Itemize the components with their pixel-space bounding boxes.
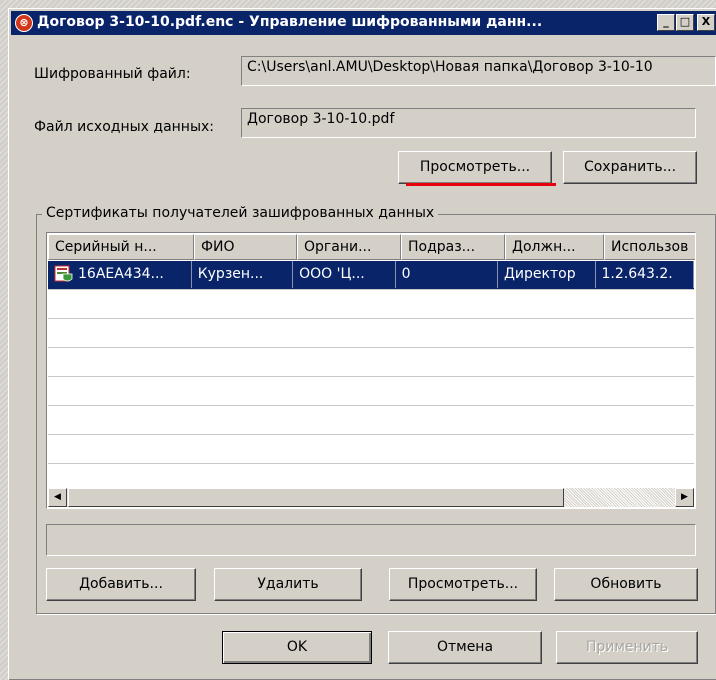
source-file-label: Файл исходных данных: <box>34 119 215 135</box>
cell-serial-text: 16AEA434... <box>78 266 164 282</box>
red-underline-mark <box>406 183 556 186</box>
cell-dept: 0 <box>396 261 498 288</box>
empty-row <box>48 406 694 435</box>
refresh-button[interactable]: Обновить <box>554 568 698 601</box>
shield-lock-icon: ⊗ <box>15 14 33 32</box>
column-header-dept[interactable]: Подраз... <box>401 234 505 260</box>
column-header-position[interactable]: Должн... <box>505 234 604 260</box>
scroll-left-icon[interactable]: ◀ <box>48 488 67 507</box>
minimize-button[interactable]: _ <box>657 14 675 31</box>
column-header-name[interactable]: ФИО <box>194 234 297 260</box>
encrypted-file-label: Шифрованный файл: <box>34 66 191 82</box>
maximize-button[interactable]: □ <box>676 14 694 31</box>
column-header-org[interactable]: Органи... <box>297 234 401 260</box>
list-rows: 16AEA434... Курзен... ООО 'Ц... 0 Директ… <box>48 261 694 464</box>
source-file-field[interactable]: Договор 3-10-10.pdf <box>241 108 696 138</box>
column-header-usage[interactable]: Использов <box>604 234 695 260</box>
empty-row <box>48 348 694 377</box>
scrollbar-track[interactable] <box>565 488 677 507</box>
title-bar[interactable]: ⊗ Договор 3-10-10.pdf.enc - Управление ш… <box>11 11 716 35</box>
certificates-group-title: Сертификаты получателей зашифрованных да… <box>42 205 439 221</box>
encrypted-file-field[interactable]: C:\Users\anl.AMU\Desktop\Новая папка\Дог… <box>241 56 716 86</box>
certificates-list[interactable]: Серийный н... ФИО Органи... Подраз... До… <box>46 232 696 509</box>
empty-row <box>48 319 694 348</box>
view-certificate-button[interactable]: Просмотреть... <box>389 568 537 601</box>
ok-button[interactable]: OK <box>222 631 372 664</box>
empty-row <box>48 377 694 406</box>
cell-org: ООО 'Ц... <box>293 261 396 288</box>
cell-usage: 1.2.643.2. <box>596 261 694 288</box>
view-file-button[interactable]: Просмотреть... <box>398 151 552 184</box>
window-title: Договор 3-10-10.pdf.enc - Управление шиф… <box>37 14 543 30</box>
list-header: Серийный н... ФИО Органи... Подраз... До… <box>48 234 695 260</box>
scrollbar-thumb[interactable] <box>68 488 564 507</box>
certificate-details-field <box>46 524 696 556</box>
column-header-serial[interactable]: Серийный н... <box>48 234 194 260</box>
table-row[interactable]: 16AEA434... Курзен... ООО 'Ц... 0 Директ… <box>48 261 694 290</box>
close-button[interactable]: X <box>697 14 715 31</box>
remove-certificate-button[interactable]: Удалить <box>214 568 362 601</box>
certificate-icon <box>54 265 73 282</box>
cell-name: Курзен... <box>192 261 294 288</box>
cell-position: Директор <box>498 261 596 288</box>
empty-row <box>48 435 694 464</box>
scroll-right-icon[interactable]: ▶ <box>675 488 694 507</box>
empty-row <box>48 290 694 319</box>
save-file-button[interactable]: Сохранить... <box>563 151 697 184</box>
add-certificate-button[interactable]: Добавить... <box>46 568 196 601</box>
cancel-button[interactable]: Отмена <box>388 631 542 664</box>
apply-button: Применить <box>556 631 698 664</box>
cell-serial: 16AEA434... <box>48 261 192 288</box>
horizontal-scrollbar[interactable]: ◀ ▶ <box>48 488 694 507</box>
